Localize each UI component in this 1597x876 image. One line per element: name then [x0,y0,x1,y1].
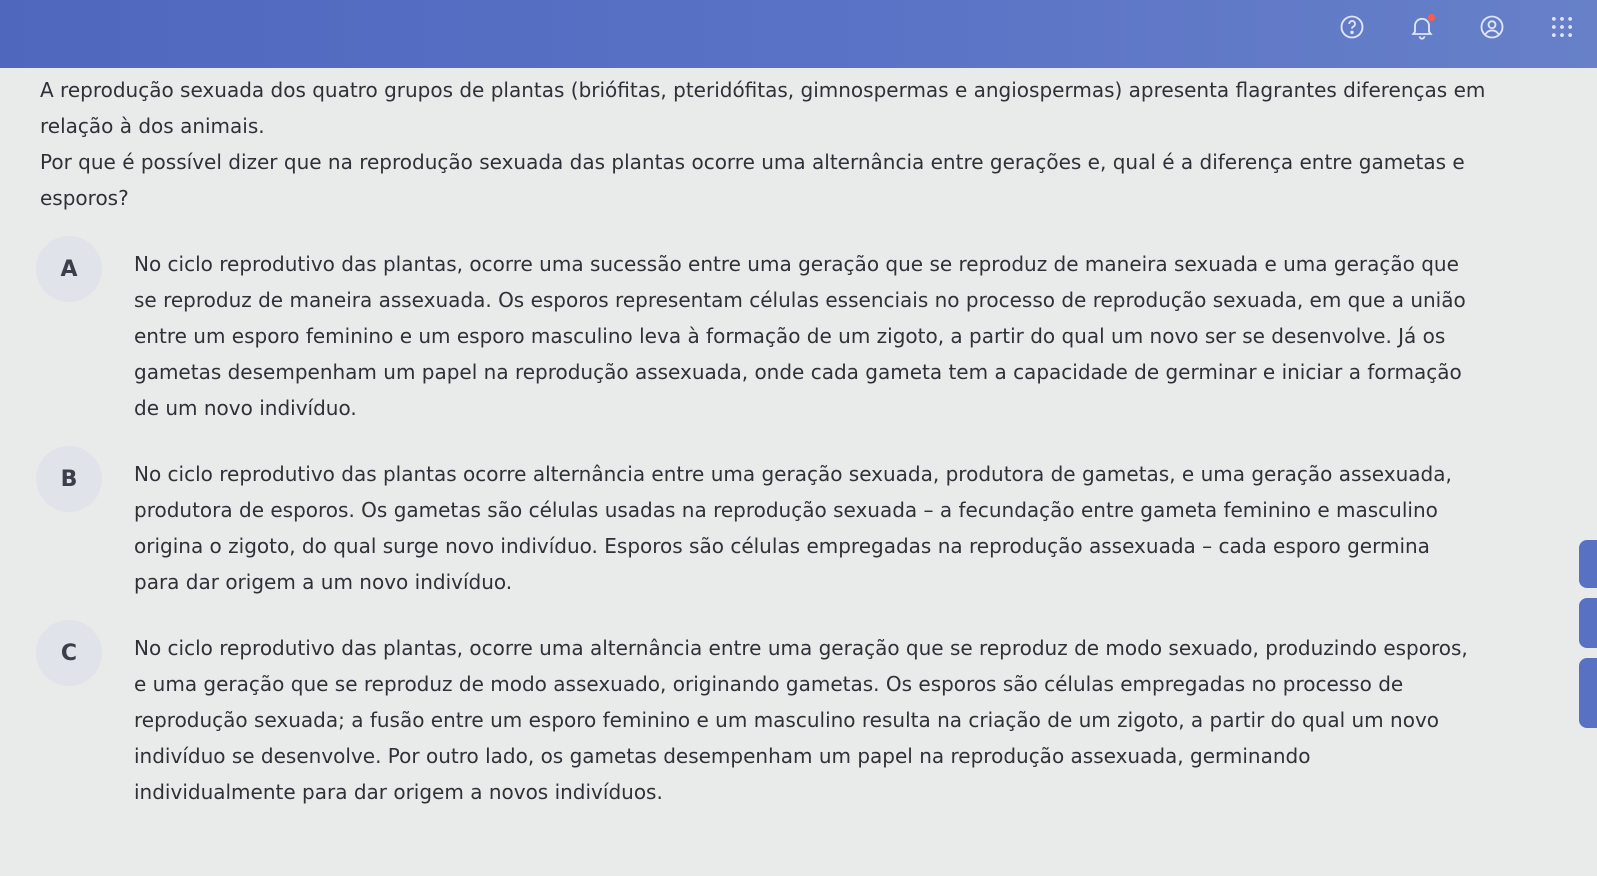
top-icons [1337,12,1577,42]
option-text-a[interactable]: No ciclo reprodutivo das plantas, ocorre… [134,246,1474,426]
question-text: A reprodução sexuada dos quatro grupos d… [40,72,1540,216]
account-icon[interactable] [1477,12,1507,42]
option-c[interactable]: C No ciclo reprodutivo das plantas, ocor… [36,620,1540,810]
apps-grid-icon[interactable] [1547,12,1577,42]
option-letter-b[interactable]: B [36,446,102,512]
question-paragraph-2: Por que é possível dizer que na reproduç… [40,150,1465,210]
notification-icon[interactable] [1407,12,1437,42]
option-a[interactable]: A No ciclo reprodutivo das plantas, ocor… [36,236,1540,426]
option-b[interactable]: B No ciclo reprodutivo das plantas ocorr… [36,446,1540,600]
option-text-b[interactable]: No ciclo reprodutivo das plantas ocorre … [134,456,1474,600]
question-content: A reprodução sexuada dos quatro grupos d… [36,72,1540,840]
side-tab-2[interactable] [1579,598,1597,648]
option-letter-c[interactable]: C [36,620,102,686]
notification-badge [1428,14,1435,21]
side-navigation-tabs [1579,540,1597,738]
option-letter-a[interactable]: A [36,236,102,302]
option-text-c[interactable]: No ciclo reprodutivo das plantas, ocorre… [134,630,1474,810]
question-paragraph-1: A reprodução sexuada dos quatro grupos d… [40,78,1486,138]
top-bar [0,0,1597,68]
answer-options: A No ciclo reprodutivo das plantas, ocor… [36,236,1540,810]
side-tab-1[interactable] [1579,540,1597,588]
side-tab-3[interactable] [1579,658,1597,728]
help-icon[interactable] [1337,12,1367,42]
